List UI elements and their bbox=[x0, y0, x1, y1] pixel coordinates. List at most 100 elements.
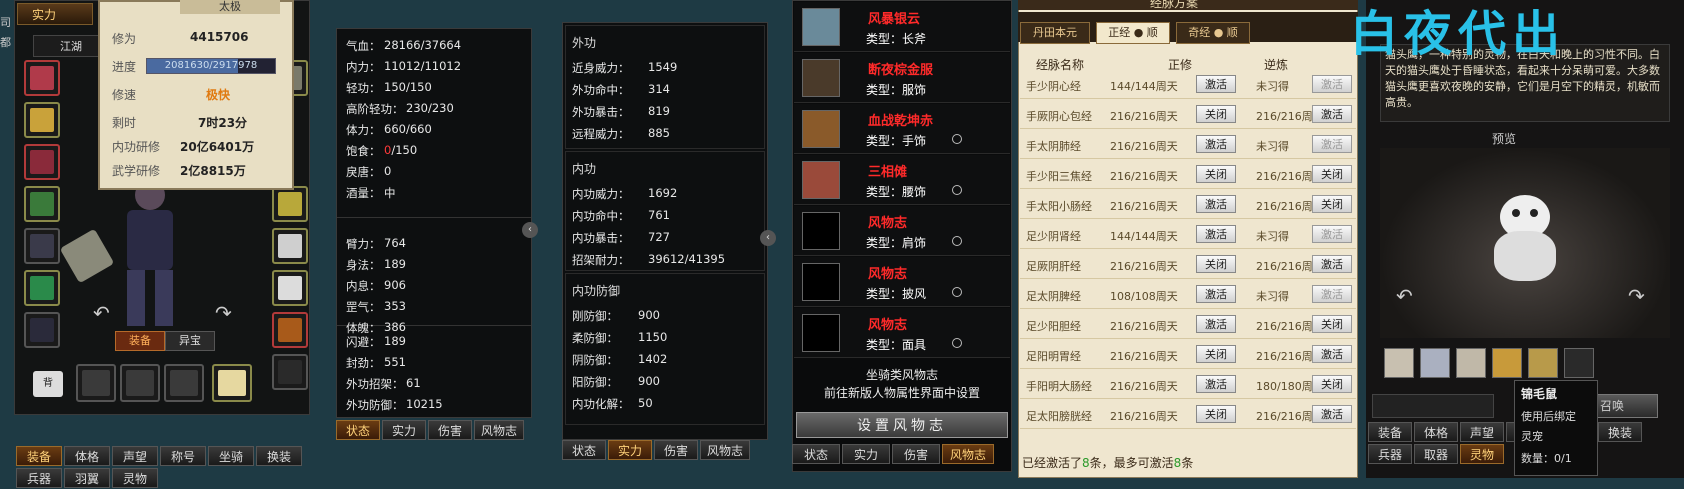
tab-fengwuzhi[interactable]: 风物志 bbox=[700, 440, 750, 460]
meridian-forward-button[interactable]: 激活 bbox=[1196, 285, 1236, 303]
tab-spirit[interactable]: 灵物 bbox=[112, 468, 158, 488]
pet-slot-4[interactable] bbox=[1492, 348, 1522, 378]
equip-slot-head[interactable] bbox=[24, 60, 60, 96]
fengwu-item-radio[interactable] bbox=[952, 338, 962, 348]
equip-slot-ring1[interactable] bbox=[272, 186, 308, 222]
tab-strength[interactable]: 实力 bbox=[842, 444, 890, 464]
tab-reputation[interactable]: 声望 bbox=[1460, 422, 1504, 442]
tab-physique[interactable]: 体格 bbox=[64, 446, 110, 466]
fashion-slot-2[interactable] bbox=[120, 364, 160, 402]
tab-physique[interactable]: 体格 bbox=[1414, 422, 1458, 442]
meridian-reverse-button[interactable]: 激活 bbox=[1312, 75, 1352, 93]
meridian-reverse-button[interactable]: 激活 bbox=[1312, 285, 1352, 303]
meridian-tab-qijing[interactable]: 奇经 ● 顺 bbox=[1176, 22, 1250, 44]
equip-slot-ring2[interactable] bbox=[272, 228, 308, 264]
pet-slot-1[interactable] bbox=[1384, 348, 1414, 378]
tab-mount[interactable]: 坐骑 bbox=[208, 446, 254, 466]
meridian-reverse-button[interactable]: 激活 bbox=[1312, 255, 1352, 273]
tab-equip[interactable]: 装备 bbox=[16, 446, 62, 466]
meridian-tab-dantian[interactable]: 丹田本元 bbox=[1020, 22, 1090, 44]
pet-rotate-left[interactable]: ↶ bbox=[1396, 284, 1413, 308]
power-collapse-arrow[interactable]: ‹ bbox=[760, 230, 776, 246]
equip-slot-feet[interactable] bbox=[24, 312, 60, 348]
meridian-forward-button[interactable]: 关闭 bbox=[1196, 105, 1236, 123]
meridian-forward-button[interactable]: 关闭 bbox=[1196, 255, 1236, 273]
tab-damage[interactable]: 伤害 bbox=[654, 440, 698, 460]
pet-slot-6[interactable] bbox=[1564, 348, 1594, 378]
meridian-reverse-button[interactable]: 激活 bbox=[1312, 105, 1352, 123]
meridian-forward-button[interactable]: 激活 bbox=[1196, 375, 1236, 393]
meridian-forward-button[interactable]: 关闭 bbox=[1196, 165, 1236, 183]
equip-slot-hand[interactable] bbox=[24, 270, 60, 306]
equip-slot-shoulder[interactable] bbox=[24, 144, 60, 180]
tab-damage[interactable]: 伤害 bbox=[428, 420, 472, 440]
stat-value: 28166/37664 bbox=[384, 38, 462, 52]
equip-slot-ring3[interactable] bbox=[272, 270, 308, 306]
tab-weapon[interactable]: 兵器 bbox=[16, 468, 62, 488]
pet-search-field[interactable] bbox=[1372, 394, 1494, 418]
tab-title[interactable]: 称号 bbox=[160, 446, 206, 466]
tab-reputation[interactable]: 声望 bbox=[112, 446, 158, 466]
stat-value: 551 bbox=[384, 355, 406, 369]
meridian-forward-button[interactable]: 关闭 bbox=[1196, 345, 1236, 363]
power-label: 近身威力： bbox=[572, 61, 630, 75]
tab-status[interactable]: 状态 bbox=[336, 420, 380, 440]
footer-text-a: 已经激活了 bbox=[1022, 456, 1083, 470]
set-fengwu-button[interactable]: 设置风物志 bbox=[796, 412, 1008, 438]
fashion-slot-4[interactable] bbox=[212, 364, 252, 402]
tab-outfit[interactable]: 换装 bbox=[256, 446, 302, 466]
meridian-tab-zhengjing[interactable]: 正经 ● 顺 bbox=[1096, 22, 1170, 44]
pet-rotate-right[interactable]: ↷ bbox=[1628, 284, 1645, 308]
backpack-icon[interactable]: 背 bbox=[33, 371, 63, 397]
tab-equip[interactable]: 装备 bbox=[1368, 422, 1412, 442]
meridian-reverse-button[interactable]: 激活 bbox=[1312, 135, 1352, 153]
tab-status[interactable]: 状态 bbox=[562, 440, 606, 460]
fashion-slot-3[interactable] bbox=[164, 364, 204, 402]
tab-fengwuzhi[interactable]: 风物志 bbox=[474, 420, 524, 440]
meridian-forward-button[interactable]: 激活 bbox=[1196, 195, 1236, 213]
pet-item-qty-value: 0/1 bbox=[1554, 452, 1572, 465]
stats-collapse-arrow[interactable]: ‹ bbox=[522, 222, 538, 238]
subtab-treasure[interactable]: 异宝 bbox=[165, 331, 215, 351]
tab-damage[interactable]: 伤害 bbox=[892, 444, 940, 464]
equip-slot-card[interactable] bbox=[272, 312, 308, 348]
pet-slot-3[interactable] bbox=[1456, 348, 1486, 378]
equip-slot-extra[interactable] bbox=[272, 354, 308, 390]
rotate-left-arrow[interactable]: ↶ bbox=[93, 301, 110, 325]
subtab-equip[interactable]: 装备 bbox=[115, 331, 165, 351]
tab-status[interactable]: 状态 bbox=[792, 444, 840, 464]
fashion-slot-1[interactable] bbox=[76, 364, 116, 402]
meridian-forward-button[interactable]: 激活 bbox=[1196, 315, 1236, 333]
meridian-reverse-button[interactable]: 激活 bbox=[1312, 405, 1352, 423]
fengwu-item-radio[interactable] bbox=[952, 134, 962, 144]
fengwu-item-radio[interactable] bbox=[952, 236, 962, 246]
meridian-forward-button[interactable]: 关闭 bbox=[1196, 405, 1236, 423]
tab-weapon[interactable]: 兵器 bbox=[1368, 444, 1412, 464]
tab-qiqi[interactable]: 取器 bbox=[1414, 444, 1458, 464]
meridian-forward-button[interactable]: 激活 bbox=[1196, 75, 1236, 93]
strength-tab[interactable]: 实力 bbox=[17, 3, 93, 25]
tab-spirit[interactable]: 灵物 bbox=[1460, 444, 1504, 464]
tab-wings[interactable]: 羽翼 bbox=[64, 468, 110, 488]
meridian-forward-button[interactable]: 激活 bbox=[1196, 135, 1236, 153]
meridian-reverse-button[interactable]: 关闭 bbox=[1312, 315, 1352, 333]
pet-slot-5[interactable] bbox=[1528, 348, 1558, 378]
equip-slot-legs[interactable] bbox=[24, 228, 60, 264]
pet-slot-2[interactable] bbox=[1420, 348, 1450, 378]
rotate-right-arrow[interactable]: ↷ bbox=[215, 301, 232, 325]
meridian-reverse-button[interactable]: 激活 bbox=[1312, 345, 1352, 363]
tab-fengwuzhi[interactable]: 风物志 bbox=[942, 444, 994, 464]
fengwu-item-radio[interactable] bbox=[952, 287, 962, 297]
meridian-reverse-button[interactable]: 激活 bbox=[1312, 225, 1352, 243]
meridian-forward-button[interactable]: 激活 bbox=[1196, 225, 1236, 243]
equip-slot-neck[interactable] bbox=[24, 102, 60, 138]
stat-label: 饱食： bbox=[346, 144, 381, 158]
equip-slot-chest[interactable] bbox=[24, 186, 60, 222]
fengwu-item-radio[interactable] bbox=[952, 185, 962, 195]
meridian-reverse-button[interactable]: 关闭 bbox=[1312, 375, 1352, 393]
tab-strength[interactable]: 实力 bbox=[382, 420, 426, 440]
tab-outfit[interactable]: 换装 bbox=[1598, 422, 1642, 442]
meridian-reverse-button[interactable]: 关闭 bbox=[1312, 165, 1352, 183]
tab-strength[interactable]: 实力 bbox=[608, 440, 652, 460]
meridian-reverse-button[interactable]: 关闭 bbox=[1312, 195, 1352, 213]
